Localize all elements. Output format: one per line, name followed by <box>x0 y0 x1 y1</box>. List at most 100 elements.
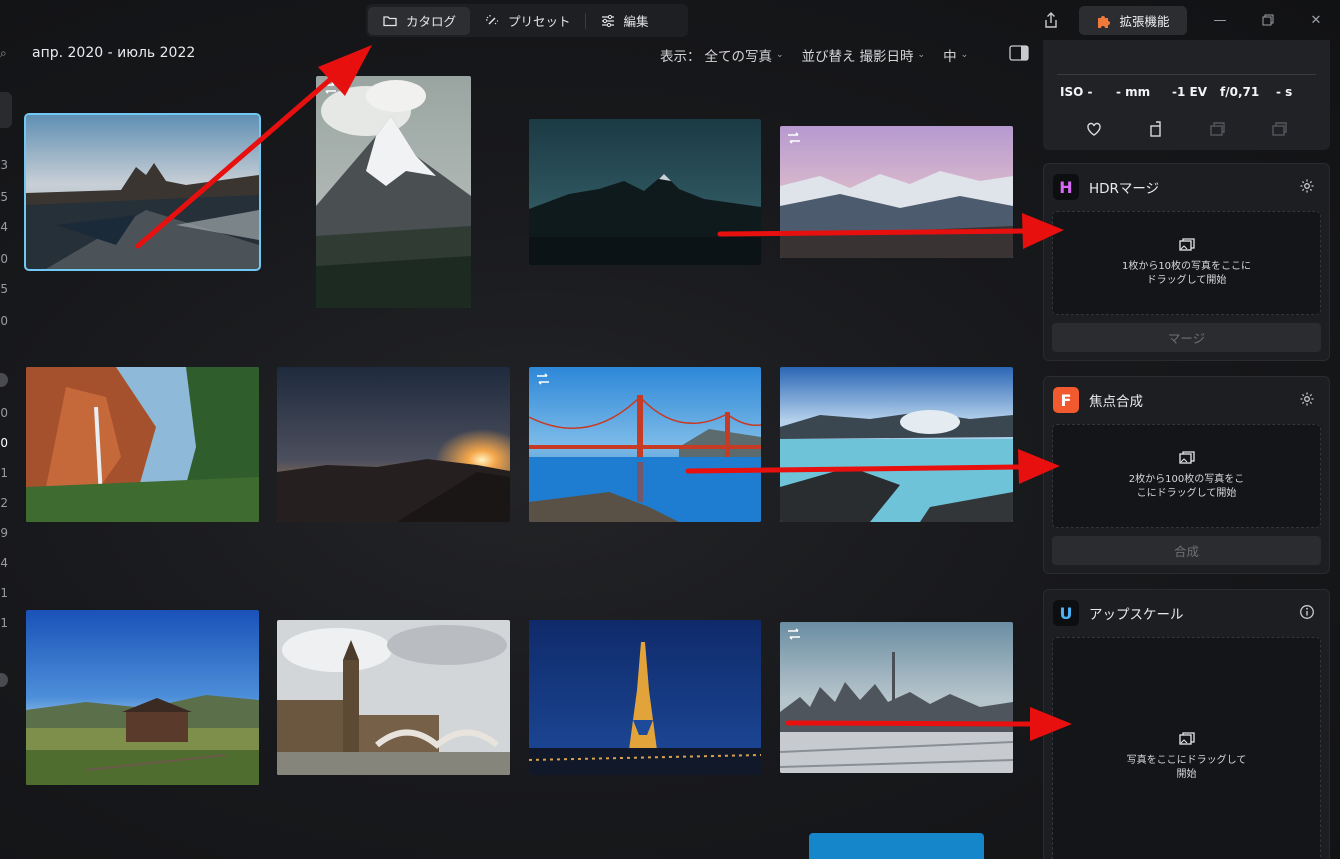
edited-badge-icon <box>788 628 800 640</box>
upscale-logo-icon: U <box>1053 600 1079 626</box>
exif-iso: ISO - <box>1060 85 1093 99</box>
photo-canyon-waterfall <box>26 367 259 522</box>
date-scrubber-entry[interactable]: 0 <box>0 252 8 266</box>
photo-stack-icon <box>1178 450 1195 464</box>
date-scrubber[interactable]: ⌕ 3 5 4 0 5 0 0 0 1 2 9 4 1 1 <box>0 0 12 859</box>
extensions-button[interactable]: 拡張機能 <box>1079 6 1187 35</box>
photo-thumbnail[interactable] <box>780 367 1013 522</box>
date-scrubber-entry[interactable]: 1 <box>0 586 8 600</box>
hdr-title: HDRマージ <box>1089 181 1160 197</box>
focus-drop-text: 2枚から100枚の写真をここにドラッグして開始 <box>1128 473 1245 500</box>
photo-thumbnail[interactable] <box>277 620 510 775</box>
photo-eiffel-tower <box>529 620 761 775</box>
photo-thumbnail[interactable] <box>26 367 259 522</box>
photo-thumbnail[interactable] <box>780 126 1013 258</box>
exif-row: ISO - - mm -1 EV f/0,71 - s <box>1060 85 1292 99</box>
scrubber-handle[interactable] <box>0 92 12 128</box>
focus-title: 焦点合成 <box>1089 394 1143 410</box>
focus-drop-zone[interactable]: 2枚から100枚の写真をここにドラッグして開始 <box>1052 424 1321 528</box>
year-marker[interactable] <box>0 373 8 387</box>
upscale-drop-zone[interactable]: 写真をここにドラッグして開始 <box>1052 637 1321 859</box>
photo-thumbnail[interactable] <box>529 367 761 522</box>
hdr-drop-zone[interactable]: 1枚から10枚の写真をここにドラッグして開始 <box>1052 211 1321 315</box>
date-scrubber-entry[interactable]: 4 <box>0 556 8 570</box>
date-scrubber-entry[interactable]: 0 <box>0 436 8 450</box>
stack-icon[interactable] <box>1270 120 1288 138</box>
photo-thumbnail[interactable] <box>316 76 471 308</box>
duplicate-icon[interactable] <box>1208 120 1226 138</box>
restore-button[interactable] <box>1258 10 1278 30</box>
edited-badge-icon <box>324 82 336 94</box>
tab-presets[interactable]: プリセット <box>470 7 585 35</box>
close-button[interactable]: ✕ <box>1306 10 1326 30</box>
tab-edit[interactable]: 編集 <box>586 7 663 35</box>
date-scrubber-entry[interactable]: 5 <box>0 190 8 204</box>
date-scrubber-entry[interactable]: 0 <box>0 406 8 420</box>
upscale-card: U アップスケール 写真をここにドラッグして開始 <box>1043 589 1330 859</box>
upscale-logo-letter: U <box>1059 603 1073 623</box>
tab-label: プリセット <box>508 14 571 29</box>
date-scrubber-entry[interactable]: 3 <box>0 158 8 172</box>
photo-thumbnail[interactable] <box>26 610 259 785</box>
exif-aperture: f/0,71 <box>1220 85 1260 99</box>
merge-button[interactable]: マージ <box>1052 323 1321 352</box>
upscale-drop-text: 写真をここにドラッグして開始 <box>1126 754 1247 781</box>
minimize-icon: — <box>1213 12 1227 28</box>
date-scrubber-entry[interactable]: 4 <box>0 220 8 234</box>
photo-thumbnail[interactable] <box>277 367 510 522</box>
date-scrubber-entry[interactable]: 1 <box>0 466 8 480</box>
photo-rocky-shore <box>26 115 259 269</box>
thumb-size-value: 中 <box>943 49 957 65</box>
gear-icon[interactable] <box>1299 178 1315 194</box>
date-scrubber-entry[interactable]: 2 <box>0 496 8 510</box>
hdr-logo-letter: H <box>1059 177 1073 197</box>
photo-barn-field <box>26 610 259 785</box>
photo-thumbnail[interactable] <box>780 622 1013 773</box>
photo-thumbnail[interactable] <box>529 620 761 775</box>
year-marker[interactable] <box>0 673 8 687</box>
chevron-down-icon: ⌄ <box>776 50 784 60</box>
edited-badge-icon <box>788 132 800 144</box>
date-scrubber-entry[interactable]: 9 <box>0 526 8 540</box>
panel-toggle-icon[interactable] <box>1009 45 1029 61</box>
view-options: 表示： 全ての写真 ⌄ 並び替え 撮影日時 ⌄ 中 ⌄ <box>660 45 968 65</box>
merge-button-label: マージ <box>1167 331 1206 346</box>
edited-badge-icon <box>537 373 549 385</box>
focus-logo-icon: F <box>1053 387 1079 413</box>
primary-action-button[interactable] <box>809 833 984 859</box>
date-range: апр. 2020 - июль 2022 <box>32 45 196 61</box>
focus-stack-card: F 焦点合成 2枚から100枚の写真をここにドラッグして開始 合成 <box>1043 376 1330 574</box>
rotate-icon[interactable] <box>1147 120 1165 138</box>
photo-thumbnail[interactable] <box>529 119 761 265</box>
exif-shutter: - s <box>1276 85 1293 99</box>
focus-logo-letter: F <box>1060 390 1072 410</box>
extensions-label: 拡張機能 <box>1119 14 1170 29</box>
search-icon[interactable]: ⌕ <box>0 46 7 61</box>
sort-dropdown[interactable]: 並び替え 撮影日時 ⌄ <box>802 45 926 65</box>
thumb-size-dropdown[interactable]: 中 ⌄ <box>943 45 968 65</box>
tab-label: 編集 <box>623 14 649 29</box>
puzzle-icon <box>1098 15 1111 28</box>
photo-stack-icon <box>1178 237 1195 251</box>
gear-icon[interactable] <box>1299 391 1315 407</box>
date-scrubber-entry[interactable]: 1 <box>0 616 8 630</box>
minimize-button[interactable]: — <box>1210 10 1230 30</box>
hdr-logo-icon: H <box>1053 174 1079 200</box>
photo-alpine-lake <box>780 126 1013 258</box>
date-scrubber-entry[interactable]: 5 <box>0 282 8 296</box>
chevron-down-icon: ⌄ <box>917 50 926 60</box>
stack-button[interactable]: 合成 <box>1052 536 1321 565</box>
info-icon[interactable] <box>1299 604 1315 620</box>
close-icon: ✕ <box>1310 12 1322 28</box>
hdr-header: H HDRマージ <box>1053 174 1159 200</box>
share-button[interactable] <box>1040 9 1062 31</box>
photo-info-card: ISO - - mm -1 EV f/0,71 - s <box>1043 40 1330 150</box>
tab-catalog[interactable]: カタログ <box>368 6 471 35</box>
photo-thumbnail[interactable] <box>24 113 261 271</box>
magic-wand-icon <box>486 14 499 25</box>
stack-button-label: 合成 <box>1173 544 1199 559</box>
date-scrubber-entry[interactable]: 0 <box>0 314 8 328</box>
filter-dropdown[interactable]: 表示： 全ての写真 ⌄ <box>660 45 784 65</box>
chevron-down-icon: ⌄ <box>960 50 969 60</box>
heart-icon[interactable] <box>1085 120 1103 138</box>
